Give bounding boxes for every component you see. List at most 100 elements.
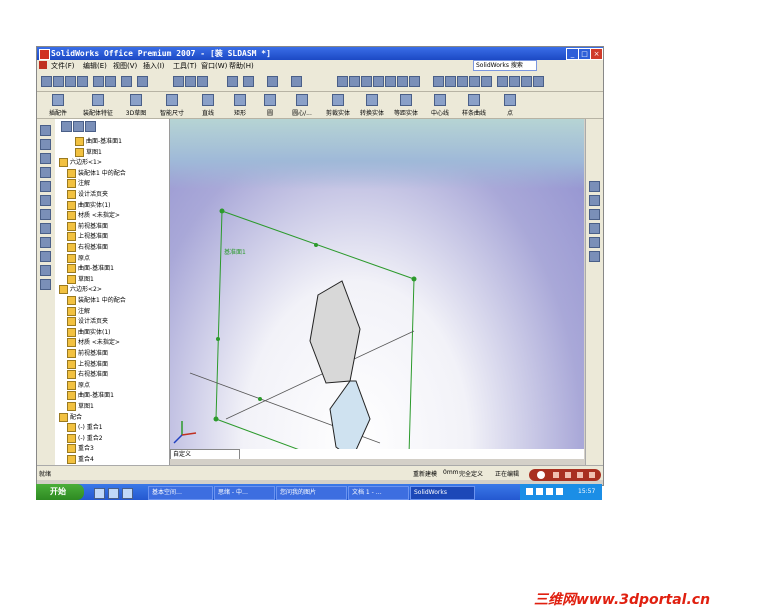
plane-handle-2[interactable] — [411, 276, 417, 282]
tree-node[interactable]: 设计活页夹 — [67, 190, 108, 199]
solidworks-search-input[interactable]: SolidWorks 搜索 — [473, 60, 537, 71]
tree-node[interactable]: 右视基准面 — [67, 370, 108, 380]
display-style-icon[interactable] — [409, 76, 420, 87]
view-orientation-dropdown[interactable]: 自定义 — [170, 449, 240, 459]
zoom-fit-icon[interactable] — [267, 76, 278, 87]
tray-4-icon[interactable] — [556, 488, 563, 495]
quicklaunch-3-icon[interactable] — [122, 488, 133, 499]
tree-node[interactable]: 六边形<2> — [59, 285, 102, 295]
tree-node[interactable]: 装配体1 中的配合 — [67, 296, 126, 305]
rebuild-icon[interactable] — [121, 76, 132, 87]
tree-node[interactable]: 曲面实体(1) — [67, 327, 111, 337]
strip-tool-9-icon[interactable] — [40, 237, 51, 248]
menu-window[interactable]: 窗口(W) — [201, 61, 227, 71]
undo-icon[interactable] — [93, 76, 104, 87]
tree-node[interactable]: 配合 — [59, 412, 82, 422]
configuration-manager-tab-icon[interactable] — [85, 121, 96, 132]
view-palette-icon[interactable] — [589, 237, 600, 248]
new-icon[interactable] — [41, 76, 52, 87]
cmd-circle[interactable]: 圆 — [253, 94, 287, 117]
plane-handle-6[interactable] — [216, 337, 220, 341]
appearance-icon[interactable] — [243, 76, 254, 87]
tree-node[interactable]: 重合4 — [67, 455, 94, 464]
tool-4-icon[interactable] — [589, 472, 595, 478]
tree-node[interactable]: 前视基准面 — [67, 349, 108, 358]
section-view-icon[interactable] — [291, 76, 302, 87]
strip-tool-11-icon[interactable] — [40, 265, 51, 276]
cmd-3d-sketch[interactable]: 3D草图 — [119, 94, 153, 117]
strip-tool-10-icon[interactable] — [40, 251, 51, 262]
tree-node[interactable]: 上视基准面 — [67, 359, 108, 369]
tree-node[interactable]: 注解 — [67, 179, 90, 189]
tree-node[interactable]: (-) 重合1 — [67, 423, 103, 433]
design-library-icon[interactable] — [589, 195, 600, 206]
search-icon[interactable] — [589, 223, 600, 234]
print-icon[interactable] — [77, 76, 88, 87]
strip-tool-8-icon[interactable] — [40, 223, 51, 234]
right-view-icon[interactable] — [521, 76, 532, 87]
tree-node[interactable]: 曲面-基准面1 — [75, 137, 122, 146]
tree-node[interactable]: 草图1 — [75, 147, 102, 157]
tree-node[interactable]: 装配体1 中的配合 — [67, 168, 126, 178]
view-orientation-icon[interactable] — [397, 76, 408, 87]
tool-3-icon[interactable] — [577, 472, 583, 478]
menu-insert[interactable]: 插入(I) — [143, 61, 165, 71]
hexagon-part-1[interactable] — [309, 280, 361, 384]
start-button[interactable]: 开始 — [36, 484, 84, 500]
tree-node[interactable]: 上视基准面 — [67, 232, 108, 242]
zoom-out-icon[interactable] — [373, 76, 384, 87]
front-view-icon[interactable] — [497, 76, 508, 87]
menu-help[interactable]: 帮助(H) — [229, 61, 254, 71]
tree-node[interactable]: (-) 重合2 — [67, 433, 103, 443]
taskbar-item-3[interactable]: 您问我的图片 — [276, 486, 347, 500]
tree-node[interactable]: 草图1 — [67, 402, 94, 411]
shaded-icon[interactable] — [457, 76, 468, 87]
plane-handle-4[interactable] — [213, 416, 219, 422]
strip-tool-1-icon[interactable] — [40, 125, 51, 136]
help-toolbar-pill[interactable] — [529, 469, 601, 481]
tray-3-icon[interactable] — [546, 488, 553, 495]
save-icon[interactable] — [65, 76, 76, 87]
task-pane-home-icon[interactable] — [589, 181, 600, 192]
tree-node[interactable]: 曲面-基准面1 — [67, 264, 114, 274]
cmd-trim[interactable]: 剪裁实体 — [321, 94, 355, 117]
strip-tool-6-icon[interactable] — [40, 195, 51, 206]
quicklaunch-2-icon[interactable] — [108, 488, 119, 499]
cmd-rectangle[interactable]: 矩形 — [223, 94, 257, 117]
strip-tool-3-icon[interactable] — [40, 153, 51, 164]
graphics-viewport[interactable]: 基准面1 自定义 — [170, 119, 584, 459]
close-button[interactable]: × — [590, 48, 603, 60]
hidden-lines-icon[interactable] — [445, 76, 456, 87]
property-manager-tab-icon[interactable] — [73, 121, 84, 132]
assembly-icon[interactable] — [185, 76, 196, 87]
perspective-icon[interactable] — [469, 76, 480, 87]
file-explorer-icon[interactable] — [589, 209, 600, 220]
cmd-offset[interactable]: 等距实体 — [389, 94, 423, 117]
tree-node[interactable]: 材质 <未指定> — [67, 338, 120, 348]
zoom-area-icon[interactable] — [361, 76, 372, 87]
tree-node[interactable]: 材质 <未指定> — [67, 211, 120, 221]
strip-tool-12-icon[interactable] — [40, 279, 51, 290]
pan-icon[interactable] — [385, 76, 396, 87]
cmd-centerline[interactable]: 中心线 — [423, 94, 457, 117]
tree-node[interactable]: 设计活页夹 — [67, 317, 108, 327]
select-icon[interactable] — [173, 76, 184, 87]
tool-2-icon[interactable] — [565, 472, 571, 478]
plane-handle-5[interactable] — [314, 243, 318, 247]
tool-1-icon[interactable] — [553, 472, 559, 478]
menu-tools[interactable]: 工具(T) — [173, 61, 197, 71]
strip-tool-5-icon[interactable] — [40, 181, 51, 192]
open-icon[interactable] — [53, 76, 64, 87]
tree-node[interactable]: 六边形<1> — [59, 158, 102, 168]
feature-manager-tab-icon[interactable] — [61, 121, 72, 132]
cmd-insert-component[interactable]: 插配件 — [41, 94, 75, 117]
redo-icon[interactable] — [105, 76, 116, 87]
cmd-point[interactable]: 点 — [493, 94, 527, 117]
options-icon[interactable] — [137, 76, 148, 87]
strip-tool-7-icon[interactable] — [40, 209, 51, 220]
quicklaunch-1-icon[interactable] — [94, 488, 105, 499]
wireframe-icon[interactable] — [433, 76, 444, 87]
tree-node[interactable]: 曲面-基准面1 — [67, 391, 114, 401]
top-view-icon[interactable] — [509, 76, 520, 87]
tree-node[interactable]: 注解 — [67, 306, 90, 316]
